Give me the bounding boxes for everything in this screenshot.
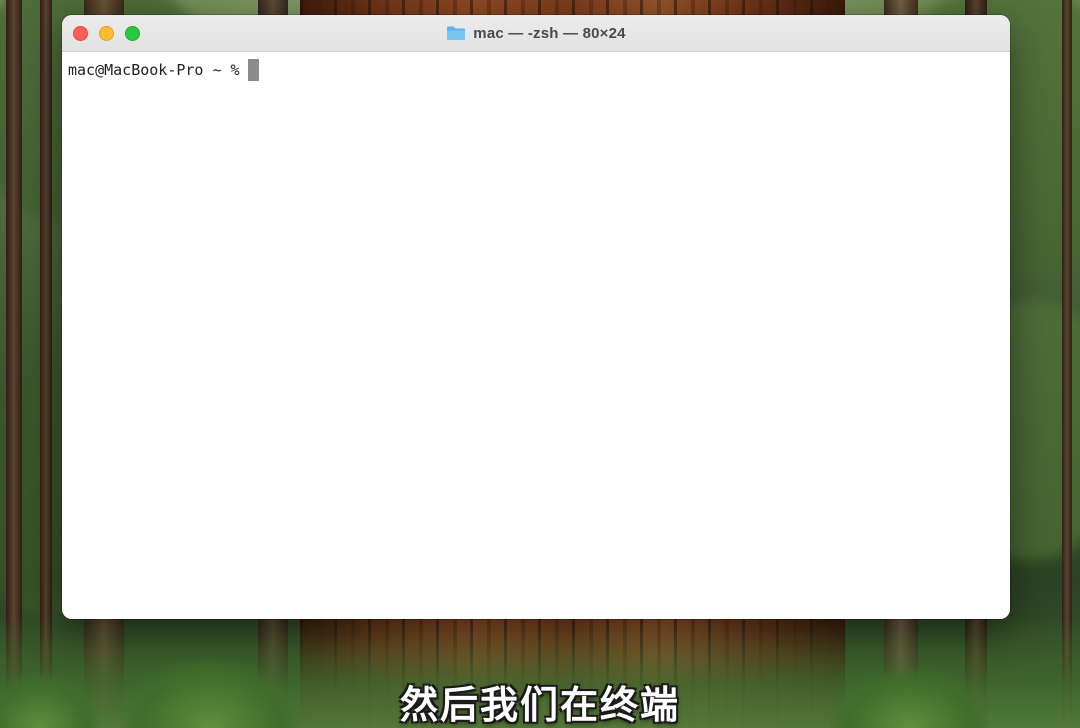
window-title: mac — -zsh — 80×24 (62, 15, 1010, 51)
shell-prompt: mac@MacBook-Pro ~ % (68, 61, 240, 79)
terminal-output-area[interactable]: mac@MacBook-Pro ~ % (62, 52, 1010, 619)
title-bar[interactable]: mac — -zsh — 80×24 (62, 15, 1010, 52)
terminal-window[interactable]: mac — -zsh — 80×24 mac@MacBook-Pro ~ % (62, 15, 1010, 619)
window-title-text: mac — -zsh — 80×24 (473, 24, 626, 42)
text-cursor (247, 59, 259, 81)
folder-icon (447, 26, 466, 40)
prompt-line: mac@MacBook-Pro ~ % (68, 58, 1004, 82)
subtitle-caption: 然后我们在终端 (399, 683, 680, 727)
